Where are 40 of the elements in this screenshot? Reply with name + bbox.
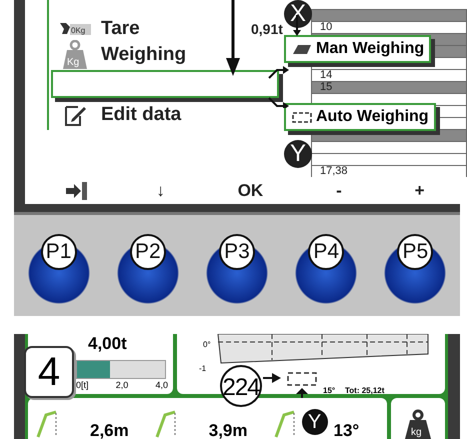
callout-number: 4 (24, 346, 74, 398)
length-readout: 2,6m (90, 421, 129, 439)
crane-arm-icon (272, 409, 298, 439)
callout-number: 224 (220, 365, 262, 407)
menu-label[interactable]: Weighing (101, 44, 251, 66)
total-load: Tot: 25,12t (345, 386, 384, 395)
list-row: 17,38 (311, 165, 467, 177)
angle-label: 0° (203, 340, 211, 349)
load-value: 4,00t (88, 334, 127, 354)
down-arrow-icon (226, 0, 240, 76)
list-row: 10 (311, 21, 467, 33)
push-button[interactable]: P3 (206, 234, 268, 304)
push-button[interactable]: P4 (295, 234, 358, 304)
push-button[interactable]: P5 (384, 234, 446, 304)
bar-tick-label: 2,0 (116, 380, 128, 390)
list-row: 15 (311, 81, 467, 93)
exit-icon[interactable] (65, 180, 90, 200)
softkey-label[interactable]: ↓ (150, 180, 171, 200)
angle-label: -1 (199, 364, 206, 373)
menu-label[interactable]: Tare (101, 18, 251, 40)
softkey-label[interactable]: - (330, 180, 348, 200)
dashed-frame-icon (291, 110, 313, 124)
bar-tick-label: 4,0 (155, 380, 168, 390)
softkey-label[interactable]: + (408, 180, 431, 200)
length-readout: 3,9m (208, 421, 248, 439)
callout-marker: X (284, 0, 312, 28)
up-arrow-icon (296, 388, 308, 398)
callout-marker: Y (302, 409, 328, 435)
bar-tick-label: 0[t] (76, 380, 89, 390)
menu-value: 0,91t (251, 21, 283, 37)
pointer-arrow-icon (263, 373, 281, 383)
angle-readout: 13° (334, 421, 360, 439)
rotate-frame-icon (285, 370, 319, 388)
push-button[interactable]: P2 (116, 234, 179, 304)
list-row: 14 (311, 69, 467, 81)
push-button[interactable]: P1 (28, 234, 90, 304)
softkey-label[interactable]: OK (232, 180, 270, 200)
slew-angle: 15° (323, 386, 336, 395)
callout-marker: Y (284, 140, 312, 168)
menu-label[interactable]: Edit data (101, 104, 251, 126)
